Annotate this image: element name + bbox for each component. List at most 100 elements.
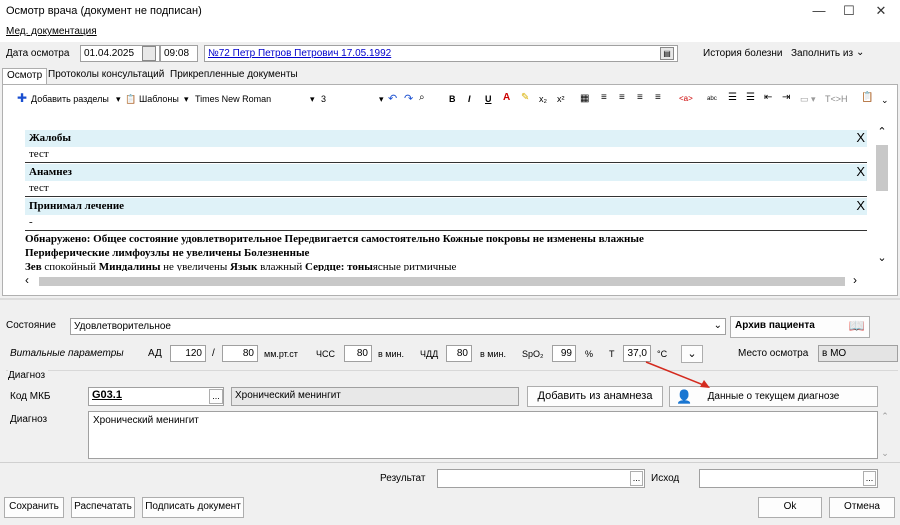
place-field[interactable]: в МО [818,345,898,362]
mkb-code-input[interactable]: G03.1 [88,387,224,406]
scroll-down-icon[interactable]: ⌄ [875,251,889,264]
clear-format-icon[interactable]: <a> [679,94,693,103]
diagnosis-scrollbar[interactable]: ⌃ ⌄ [878,411,892,459]
dropdown-arrow-icon[interactable]: ▾ [116,94,121,105]
tab-consult-protocols[interactable]: Протоколы консультаций [44,68,168,84]
bullet-list-icon[interactable]: ☰ [746,92,755,103]
cancel-button[interactable]: Отмена [829,497,895,518]
tag-button[interactable]: T<>H [825,94,848,104]
diagnosis-label: Диагноз [10,414,48,425]
diagnosis-textarea[interactable]: Хронический менингит [88,411,878,459]
add-sections-button[interactable]: Добавить разделы [31,94,109,104]
underline-button[interactable]: U [485,94,492,104]
highlight-icon[interactable]: ✎ [521,92,529,103]
font-size-select[interactable]: 3 [321,94,326,104]
align-right-icon[interactable]: ≡ [637,92,643,103]
mkb-name-field: Хронический менингит [231,387,519,406]
outdent-icon[interactable]: ⇤ [764,92,772,103]
book-icon: 📖 [848,318,865,333]
font-color-icon[interactable]: A [503,92,510,103]
document-body[interactable]: Жалобы X тест Анамнез X тест Принимал ле… [25,125,867,271]
superscript-icon[interactable]: x² [557,94,565,104]
bp-systolic-input[interactable]: 120 [170,345,206,362]
align-center-icon[interactable]: ≡ [619,92,625,103]
patient-archive-button[interactable]: Архив пациента 📖 [730,316,870,338]
more-icon[interactable]: ⌄ [881,95,889,106]
outcome-lookup-button[interactable]: ... [863,471,876,486]
rr-input[interactable]: 80 [446,345,472,362]
close-button[interactable]: ✕ [866,0,896,24]
undo-icon[interactable]: ↶ [388,92,397,105]
numbered-list-icon[interactable]: ☰ [728,92,737,103]
ok-button[interactable]: Ok [758,497,822,518]
mkb-lookup-button[interactable]: ... [209,389,223,404]
scroll-thumb[interactable] [39,277,845,286]
dropdown-arrow-icon[interactable]: ▾ [184,94,189,105]
sign-document-button[interactable]: Подписать документ [142,497,244,518]
font-select[interactable]: Times New Roman [195,94,271,104]
patient-select-icon[interactable]: ▤ [660,47,674,60]
remove-section-button[interactable]: X [856,164,865,179]
text-bold: Миндалины [98,261,161,271]
chevron-down-icon[interactable]: ⌄ [856,47,864,58]
state-select[interactable]: Удовлетворительное ⌄ [70,318,726,335]
remove-section-button[interactable]: X [856,130,865,145]
subscript-icon[interactable]: x₂ [539,94,547,104]
hr-input[interactable]: 80 [344,345,372,362]
spo2-input[interactable]: 99 [552,345,576,362]
vitals-label: Витальные параметры [10,348,124,359]
mkb-label: Код МКБ [10,391,51,402]
patient-link[interactable]: №72 Петр Петров Петрович 17.05.1992 [208,48,391,59]
templates-button[interactable]: Шаблоны [139,94,179,104]
result-lookup-button[interactable]: ... [630,471,643,486]
bp-label: АД [148,348,162,359]
scroll-thumb[interactable] [876,145,888,191]
align-left-icon[interactable]: ≡ [601,92,607,103]
annotation-arrow [645,361,710,388]
text-normal: влажный [257,261,305,271]
dropdown-arrow-icon[interactable]: ▾ [310,94,315,105]
maximize-button[interactable]: ☐ [834,0,864,24]
section-body[interactable]: тест [25,147,867,163]
text-normal: спокойный [41,261,99,271]
bp-diastolic-input[interactable]: 80 [222,345,258,362]
italic-button[interactable]: I [468,94,471,104]
scroll-right-icon[interactable]: › [853,273,857,287]
text-bold: Язык [230,261,258,271]
history-button[interactable]: История болезни [703,48,783,59]
save-button[interactable]: Сохранить [4,497,64,518]
spellcheck-icon[interactable]: ᵃᵇᶜ [707,94,717,104]
menu-med-docs[interactable]: Мед. документация [6,26,97,37]
result-input[interactable] [437,469,645,488]
section-body[interactable]: - [25,215,867,231]
paste-icon[interactable]: 📋 [861,92,873,103]
find-icon[interactable]: ⌕ [419,92,425,103]
scroll-down-icon[interactable]: ⌄ [878,448,892,459]
table-icon[interactable]: ▦ [580,93,589,104]
calendar-icon[interactable] [142,46,156,61]
scroll-up-icon[interactable]: ⌃ [875,125,889,138]
print-button[interactable]: Распечатать [71,497,135,518]
patient-field[interactable]: №72 Петр Петров Петрович 17.05.1992 [204,45,678,62]
indent-icon[interactable]: ⇥ [782,92,790,103]
justify-icon[interactable]: ≡ [655,92,661,103]
scroll-left-icon[interactable]: ‹ [25,273,29,287]
outcome-input[interactable] [699,469,878,488]
tab-exam[interactable]: Осмотр [2,68,48,84]
chevron-down-icon: ⌄ [713,320,722,331]
dropdown-arrow-icon[interactable]: ▾ [379,94,384,105]
remove-section-button[interactable]: X [856,198,865,213]
minimize-button[interactable]: — [804,0,834,24]
section-body[interactable]: тест [25,181,867,197]
tab-attached-docs[interactable]: Прикрепленные документы [166,68,302,84]
add-icon[interactable]: ✚ [17,91,27,105]
redo-icon[interactable]: ↷ [404,92,413,105]
spo2-label: SpO₂ [522,349,544,359]
time-input[interactable]: 09:08 [160,45,198,62]
horizontal-scrollbar[interactable]: ‹ › [25,273,875,289]
scroll-up-icon[interactable]: ⌃ [878,411,892,422]
bold-button[interactable]: B [449,94,456,104]
fill-from-button[interactable]: Заполнить из [791,48,853,59]
section-title: Принимал лечение [29,200,125,212]
vertical-scrollbar[interactable]: ⌃ ⌄ [875,125,889,271]
